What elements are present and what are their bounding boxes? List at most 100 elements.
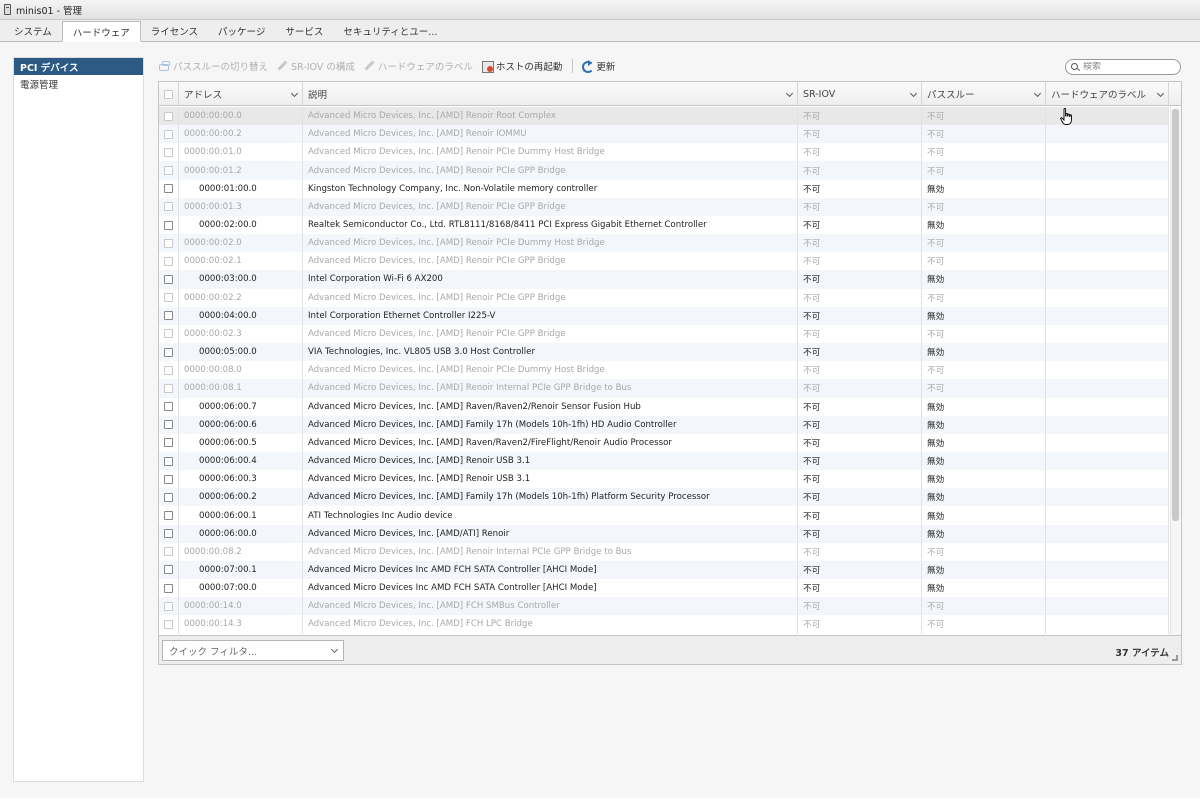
table-row[interactable]: 0000:04:00.0 Intel Corporation Ethernet C…: [159, 306, 1169, 325]
table-row[interactable]: 0000:00:02.2 Advanced Micro Devices, Inc.…: [159, 288, 1169, 307]
cell-passthrough: 無効: [922, 470, 1046, 489]
row-checkbox[interactable]: [164, 474, 173, 484]
sidebar-item-pci-devices[interactable]: PCI デバイス: [14, 58, 143, 75]
table-row[interactable]: 0000:00:14.3 Advanced Micro Devices, Inc.…: [159, 615, 1169, 634]
cell-description: Intel Corporation Ethernet Controller I2…: [303, 306, 798, 325]
row-checkbox[interactable]: [164, 256, 173, 266]
chevron-down-icon[interactable]: [290, 89, 299, 98]
row-checkbox-cell: [159, 379, 179, 398]
table-row[interactable]: 0000:00:14.0 Advanced Micro Devices, Inc.…: [159, 597, 1169, 616]
reboot-host-button[interactable]: ホストの再起動: [481, 59, 562, 73]
row-checkbox[interactable]: [164, 583, 173, 593]
tab-license[interactable]: ライセンス: [141, 21, 208, 41]
row-checkbox[interactable]: [164, 547, 173, 557]
hardware-label-button[interactable]: ハードウェアのラベル: [363, 59, 473, 73]
tab-services[interactable]: サービス: [275, 21, 333, 41]
content-area: PCI デバイス 電源管理 パススルーの切り替え SR-IOV の構成 ハードウ…: [0, 42, 1200, 798]
table-row[interactable]: 0000:06:00.0 Advanced Micro Devices, Inc.…: [159, 524, 1169, 543]
row-checkbox[interactable]: [164, 166, 173, 176]
table-row[interactable]: 0000:00:08.0 Advanced Micro Devices, Inc.…: [159, 361, 1169, 380]
table-row[interactable]: 0000:06:00.2 Advanced Micro Devices, Inc.…: [159, 488, 1169, 507]
sidebar-item-power-management[interactable]: 電源管理: [14, 75, 143, 92]
toggle-passthrough-button[interactable]: パススルーの切り替え: [158, 59, 268, 73]
table-row[interactable]: 0000:00:02.1 Advanced Micro Devices, Inc.…: [159, 252, 1169, 271]
vertical-scrollbar-thumb[interactable]: [1172, 109, 1179, 521]
table-row[interactable]: 0000:02:00.0 Realtek Semiconductor Co., L…: [159, 215, 1169, 235]
resize-grip-icon[interactable]: [1172, 655, 1178, 661]
column-header-description[interactable]: 説明: [303, 82, 798, 106]
row-checkbox[interactable]: [164, 111, 173, 121]
chevron-down-icon[interactable]: [785, 89, 794, 98]
refresh-button[interactable]: 更新: [581, 59, 615, 73]
column-header-hardware-label[interactable]: ハードウェアのラベル: [1046, 82, 1169, 106]
search-input[interactable]: [1083, 62, 1173, 72]
cell-description: Advanced Micro Devices, Inc. [AMD] Renoi…: [303, 470, 798, 489]
row-checkbox[interactable]: [164, 456, 173, 466]
table-row[interactable]: 0000:00:00.2 Advanced Micro Devices, Inc.…: [159, 125, 1169, 144]
table-row[interactable]: 0000:00:08.2 Advanced Micro Devices, Inc.…: [159, 542, 1169, 561]
vertical-scrollbar-track[interactable]: [1170, 107, 1181, 635]
row-checkbox[interactable]: [164, 220, 173, 230]
chevron-down-icon[interactable]: [909, 89, 918, 98]
table-row[interactable]: 0000:07:00.0 Advanced Micro Devices Inc A…: [159, 579, 1169, 598]
chevron-down-icon[interactable]: [1033, 89, 1042, 98]
tab-system[interactable]: システム: [4, 21, 62, 41]
row-checkbox[interactable]: [164, 202, 173, 212]
cell-passthrough: 無効: [922, 579, 1046, 598]
chevron-down-icon[interactable]: [1156, 89, 1165, 98]
row-checkbox[interactable]: [164, 293, 173, 303]
row-checkbox[interactable]: [164, 274, 173, 284]
table-row[interactable]: 0000:03:00.0 Intel Corporation Wi-Fi 6 AX…: [159, 270, 1169, 289]
row-checkbox[interactable]: [164, 438, 173, 448]
table-row[interactable]: 0000:07:00.1 Advanced Micro Devices Inc A…: [159, 560, 1169, 580]
table-row[interactable]: 0000:00:00.0 Advanced Micro Devices, Inc.…: [159, 107, 1169, 126]
column-header-sriov[interactable]: SR-IOV: [798, 82, 922, 106]
row-checkbox[interactable]: [164, 492, 173, 502]
row-checkbox[interactable]: [164, 511, 173, 521]
row-checkbox[interactable]: [164, 184, 173, 194]
column-header-sriov-label: SR-IOV: [803, 88, 836, 100]
row-checkbox[interactable]: [164, 147, 173, 157]
tab-hardware[interactable]: ハードウェア: [61, 21, 141, 42]
cell-passthrough: 不可: [922, 143, 1046, 162]
row-checkbox[interactable]: [164, 619, 173, 629]
row-checkbox[interactable]: [164, 565, 173, 575]
table-row[interactable]: 0000:00:01.3 Advanced Micro Devices, Inc.…: [159, 197, 1169, 216]
cell-description: Advanced Micro Devices, Inc. [AMD] Renoi…: [303, 107, 798, 126]
row-checkbox[interactable]: [164, 601, 173, 611]
row-checkbox[interactable]: [164, 402, 173, 412]
quick-filter-dropdown[interactable]: クイック フィルタ...: [162, 640, 344, 661]
row-checkbox[interactable]: [164, 420, 173, 430]
row-checkbox[interactable]: [164, 238, 173, 248]
table-row[interactable]: 0000:06:00.7 Advanced Micro Devices, Inc.…: [159, 397, 1169, 416]
table-row[interactable]: 0000:00:01.0 Advanced Micro Devices, Inc.…: [159, 143, 1169, 162]
table-row[interactable]: 0000:06:00.1 ATI Technologies Inc Audio d…: [159, 506, 1169, 525]
tab-security-users[interactable]: セキュリティとユー...: [333, 21, 447, 41]
row-checkbox-cell: [159, 597, 179, 616]
row-checkbox[interactable]: [164, 129, 173, 139]
cell-sriov: 不可: [798, 524, 922, 543]
row-checkbox[interactable]: [164, 383, 173, 393]
table-row[interactable]: 0000:06:00.6 Advanced Micro Devices, Inc.…: [159, 415, 1169, 434]
cell-sriov: 不可: [798, 470, 922, 489]
table-row[interactable]: 0000:00:02.0 Advanced Micro Devices, Inc.…: [159, 234, 1169, 253]
table-row[interactable]: 0000:05:00.0 VIA Technologies, Inc. VL805…: [159, 343, 1169, 362]
row-checkbox[interactable]: [164, 311, 173, 321]
configure-sriov-button[interactable]: SR-IOV の構成: [276, 59, 355, 73]
table-row[interactable]: 0000:06:00.3 Advanced Micro Devices, Inc.…: [159, 470, 1169, 489]
row-checkbox[interactable]: [164, 347, 173, 357]
table-row[interactable]: 0000:00:08.1 Advanced Micro Devices, Inc.…: [159, 379, 1169, 398]
column-header-address[interactable]: アドレス: [179, 82, 303, 106]
select-all-checkbox[interactable]: [164, 89, 173, 99]
tab-packages[interactable]: パッケージ: [208, 21, 275, 41]
row-checkbox[interactable]: [164, 365, 173, 375]
column-header-passthrough[interactable]: パススルー: [922, 82, 1046, 106]
table-row[interactable]: 0000:06:00.5 Advanced Micro Devices, Inc.…: [159, 433, 1169, 452]
search-box[interactable]: [1065, 59, 1181, 75]
row-checkbox[interactable]: [164, 529, 173, 539]
table-row[interactable]: 0000:00:02.3 Advanced Micro Devices, Inc.…: [159, 324, 1169, 344]
row-checkbox[interactable]: [164, 329, 173, 339]
table-row[interactable]: 0000:06:00.4 Advanced Micro Devices, Inc.…: [159, 451, 1169, 471]
table-row[interactable]: 0000:01:00.0 Kingston Technology Company,…: [159, 179, 1169, 198]
table-row[interactable]: 0000:00:01.2 Advanced Micro Devices, Inc.…: [159, 161, 1169, 180]
